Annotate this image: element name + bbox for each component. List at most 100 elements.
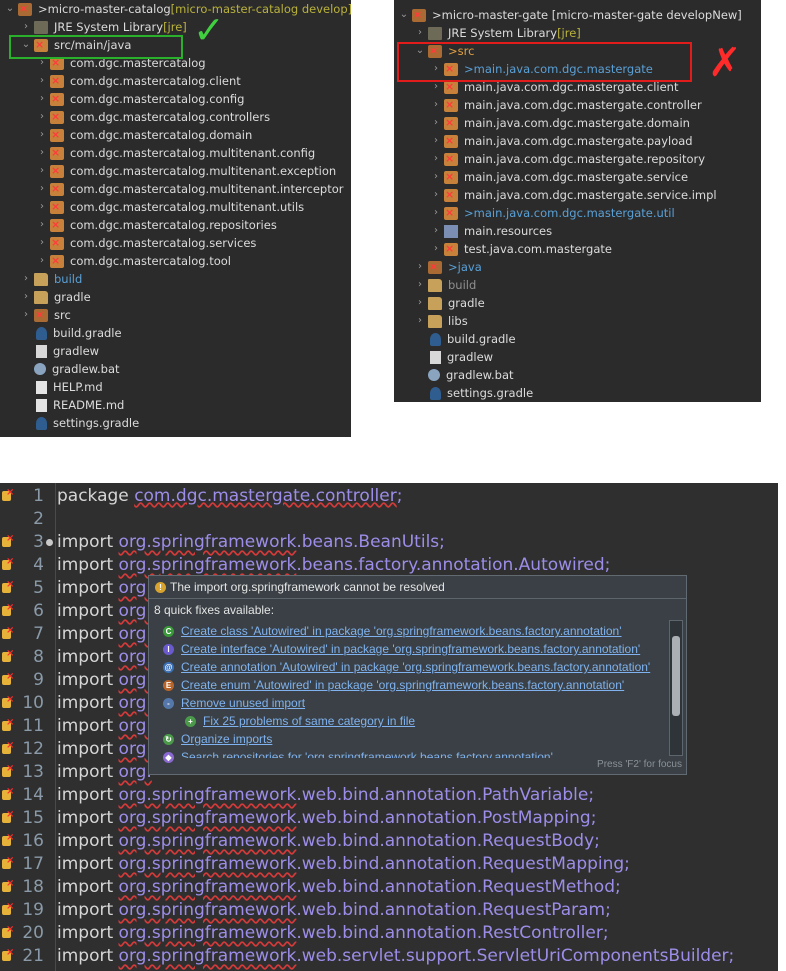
quick-fix-link[interactable]: Create interface 'Autowired' in package … — [181, 641, 640, 658]
chevron-right-icon[interactable]: › — [430, 114, 442, 132]
tree-item[interactable]: › com.dgc.mastercatalog.multitenant.excep… — [36, 162, 336, 180]
code-line[interactable]: 17 import org.springframework.web.bind.an… — [0, 853, 778, 876]
chevron-right-icon[interactable]: › — [20, 270, 32, 288]
chevron-right-icon[interactable]: › — [430, 222, 442, 240]
tree-item[interactable]: gradlew — [414, 348, 493, 366]
tree-item[interactable]: › > main.java.com.dgc.mastergate.util — [430, 204, 675, 222]
code-line[interactable]: 16 import org.springframework.web.bind.an… — [0, 830, 778, 853]
tree-item[interactable]: build.gradle — [414, 330, 516, 348]
chevron-right-icon[interactable]: › — [430, 96, 442, 114]
quick-fix-link[interactable]: Search repositories for 'org.springframe… — [181, 749, 553, 758]
tree-item[interactable]: settings.gradle — [20, 414, 139, 432]
chevron-right-icon[interactable]: › — [430, 132, 442, 150]
tree-item[interactable]: › main.java.com.dgc.mastergate.service.im… — [430, 186, 717, 204]
code-line[interactable]: 4 import org.springframework.beans.factor… — [0, 554, 778, 577]
tree-item[interactable]: ⌄> micro-master-catalog [micro-master-ca… — [4, 0, 351, 18]
chevron-right-icon[interactable]: › — [414, 24, 426, 42]
chevron-right-icon[interactable]: › — [20, 18, 32, 36]
quick-fix-link[interactable]: Fix 25 problems of same category in file — [203, 713, 415, 730]
tree-item[interactable]: › com.dgc.mastercatalog.multitenant.confi… — [36, 144, 315, 162]
chevron-right-icon[interactable]: › — [36, 180, 48, 198]
chevron-right-icon[interactable]: › — [36, 216, 48, 234]
tree-item[interactable]: › JRE System Library [jre] — [414, 24, 581, 42]
tree-item[interactable]: › com.dgc.mastercatalog.client — [36, 72, 241, 90]
quick-fix-link[interactable]: Remove unused import — [181, 695, 305, 712]
chevron-right-icon[interactable]: › — [20, 306, 32, 324]
code-line[interactable]: 18 import org.springframework.web.bind.an… — [0, 876, 778, 899]
chevron-right-icon[interactable]: › — [36, 108, 48, 126]
tree-item[interactable]: › com.dgc.mastercatalog.domain — [36, 126, 252, 144]
tree-item[interactable]: › src — [20, 306, 71, 324]
quick-fix-link[interactable]: Create enum 'Autowired' in package 'org.… — [181, 677, 624, 694]
chevron-right-icon[interactable]: › — [414, 276, 426, 294]
tree-item[interactable]: › build — [414, 276, 476, 294]
chevron-right-icon[interactable]: › — [430, 168, 442, 186]
tree-item[interactable]: › main.java.com.dgc.mastergate.domain — [430, 114, 690, 132]
chevron-right-icon[interactable]: › — [36, 198, 48, 216]
chevron-right-icon[interactable]: › — [414, 258, 426, 276]
tree-item[interactable]: HELP.md — [20, 378, 103, 396]
tree-item[interactable]: › com.dgc.mastercatalog.controllers — [36, 108, 270, 126]
tree-item[interactable]: › com.dgc.mastercatalog.multitenant.inter… — [36, 180, 343, 198]
chevron-down-icon[interactable]: ⌄ — [398, 6, 410, 24]
tree-item[interactable]: gradlew.bat — [414, 366, 514, 384]
quick-fix-link[interactable]: Organize imports — [181, 731, 272, 748]
chevron-right-icon[interactable]: › — [20, 288, 32, 306]
fold-toggle-icon[interactable] — [46, 539, 53, 546]
chevron-right-icon[interactable]: › — [414, 294, 426, 312]
code-line[interactable]: 19 import org.springframework.web.bind.an… — [0, 899, 778, 922]
chevron-right-icon[interactable]: › — [36, 90, 48, 108]
popup-scrollbar[interactable] — [669, 620, 683, 756]
tree-item[interactable]: › test.java.com.mastergate — [430, 240, 612, 258]
chevron-right-icon[interactable]: › — [36, 234, 48, 252]
popup-scroll-thumb[interactable] — [672, 636, 680, 716]
chevron-right-icon[interactable]: › — [430, 150, 442, 168]
tree-item[interactable]: › main.resources — [430, 222, 552, 240]
chevron-right-icon[interactable]: › — [430, 240, 442, 258]
tree-item[interactable]: › gradle — [20, 288, 91, 306]
tree-item[interactable]: build.gradle — [20, 324, 122, 342]
chevron-right-icon[interactable]: › — [36, 126, 48, 144]
quick-fix-link[interactable]: Create class 'Autowired' in package 'org… — [181, 623, 622, 640]
tree-item[interactable]: settings.gradle — [414, 384, 533, 402]
tree-item[interactable]: › com.dgc.mastercatalog.config — [36, 90, 244, 108]
chevron-right-icon[interactable]: › — [414, 312, 426, 330]
package-icon — [444, 96, 458, 114]
tree-item-label: micro-master-gate [micro-master-gate dev… — [441, 8, 742, 22]
code-line[interactable]: 15 import org.springframework.web.bind.an… — [0, 807, 778, 830]
code-line[interactable]: 14 import org.springframework.web.bind.an… — [0, 784, 778, 807]
chevron-right-icon[interactable]: › — [36, 144, 48, 162]
tree-item[interactable]: › com.dgc.mastercatalog.tool — [36, 252, 231, 270]
tree-item[interactable]: README.md — [20, 396, 124, 414]
tree-item[interactable]: › com.dgc.mastercatalog.services — [36, 234, 256, 252]
chevron-down-icon[interactable]: ⌄ — [4, 0, 16, 18]
tree-item-label: settings.gradle — [53, 416, 140, 430]
tree-item[interactable]: gradlew — [20, 342, 99, 360]
tree-item-label: main.java.com.dgc.mastergate.service — [464, 170, 689, 184]
quick-fix-link[interactable]: Create annotation 'Autowired' in package… — [181, 659, 650, 676]
chevron-right-icon[interactable]: › — [430, 204, 442, 222]
code-line[interactable]: 20 import org.springframework.web.bind.an… — [0, 922, 778, 945]
tree-item[interactable]: › main.java.com.dgc.mastergate.payload — [430, 132, 693, 150]
chevron-right-icon[interactable]: › — [36, 162, 48, 180]
tree-item[interactable]: › com.dgc.mastercatalog.multitenant.utils — [36, 198, 304, 216]
chevron-right-icon[interactable]: › — [36, 72, 48, 90]
chevron-right-icon[interactable]: › — [36, 252, 48, 270]
tree-item[interactable]: › libs — [414, 312, 468, 330]
chevron-right-icon[interactable]: › — [430, 186, 442, 204]
tree-item[interactable]: › > java — [414, 258, 482, 276]
tree-item[interactable]: › com.dgc.mastercatalog.repositories — [36, 216, 277, 234]
code-line[interactable]: 3 import org.springframework.beans.BeanUt… — [0, 531, 778, 554]
tree-item[interactable]: › main.java.com.dgc.mastergate.service — [430, 168, 688, 186]
code-line[interactable]: 2 — [0, 508, 778, 531]
tree-item[interactable]: › main.java.com.dgc.mastergate.repository — [430, 150, 705, 168]
tree-item[interactable]: gradlew.bat — [20, 360, 120, 378]
code-line[interactable]: 21 import org.springframework.web.servlet… — [0, 945, 778, 968]
tree-item[interactable]: › JRE System Library [jre] — [20, 18, 187, 36]
tree-item[interactable]: › build — [20, 270, 82, 288]
tree-item[interactable]: › main.java.com.dgc.mastergate.controller — [430, 96, 702, 114]
tree-item[interactable]: › gradle — [414, 294, 485, 312]
code-line[interactable]: 1 package com.dgc.mastergate.controller; — [0, 485, 778, 508]
tree-item[interactable]: ⌄ > micro-master-gate [micro-master-gate … — [398, 6, 742, 24]
quick-fix-popup[interactable]: ! The import org.springframework cannot … — [148, 575, 687, 775]
